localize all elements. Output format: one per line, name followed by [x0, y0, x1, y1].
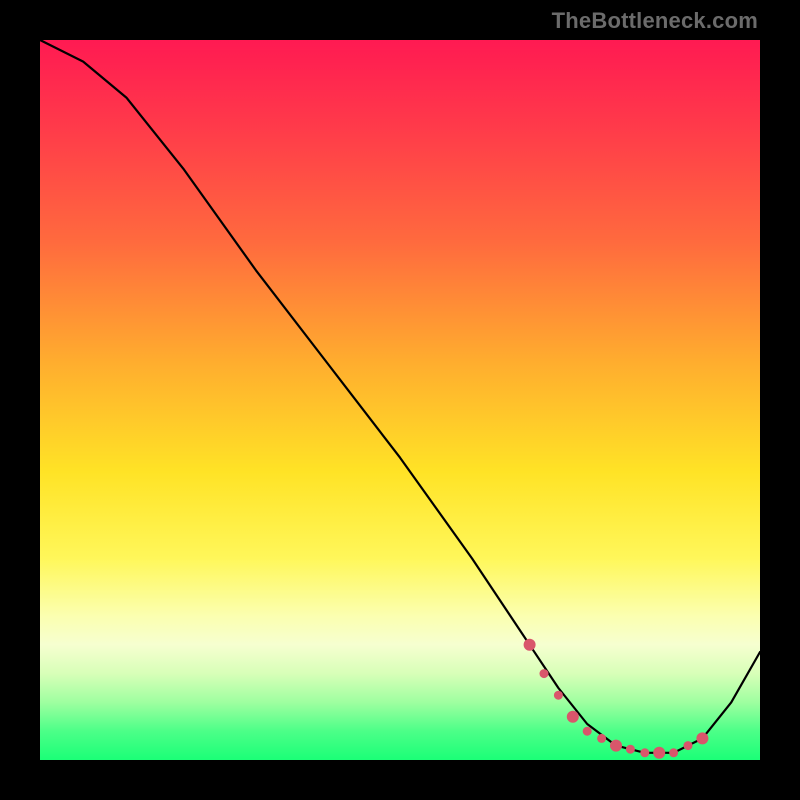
optimal-point — [653, 747, 665, 759]
optimal-point — [696, 732, 708, 744]
optimal-point — [583, 727, 592, 736]
watermark-text: TheBottleneck.com — [552, 8, 758, 34]
optimal-point — [540, 669, 549, 678]
chart-frame: TheBottleneck.com — [0, 0, 800, 800]
optimal-point — [597, 734, 606, 743]
plot-area — [40, 40, 760, 760]
optimal-point — [524, 639, 536, 651]
optimal-range-dots — [524, 639, 709, 759]
bottleneck-curve — [40, 40, 760, 753]
optimal-point — [554, 691, 563, 700]
optimal-point — [567, 711, 579, 723]
optimal-point — [626, 745, 635, 754]
optimal-point — [610, 740, 622, 752]
curve-svg — [40, 40, 760, 760]
optimal-point — [684, 741, 693, 750]
optimal-point — [640, 748, 649, 757]
optimal-point — [669, 748, 678, 757]
